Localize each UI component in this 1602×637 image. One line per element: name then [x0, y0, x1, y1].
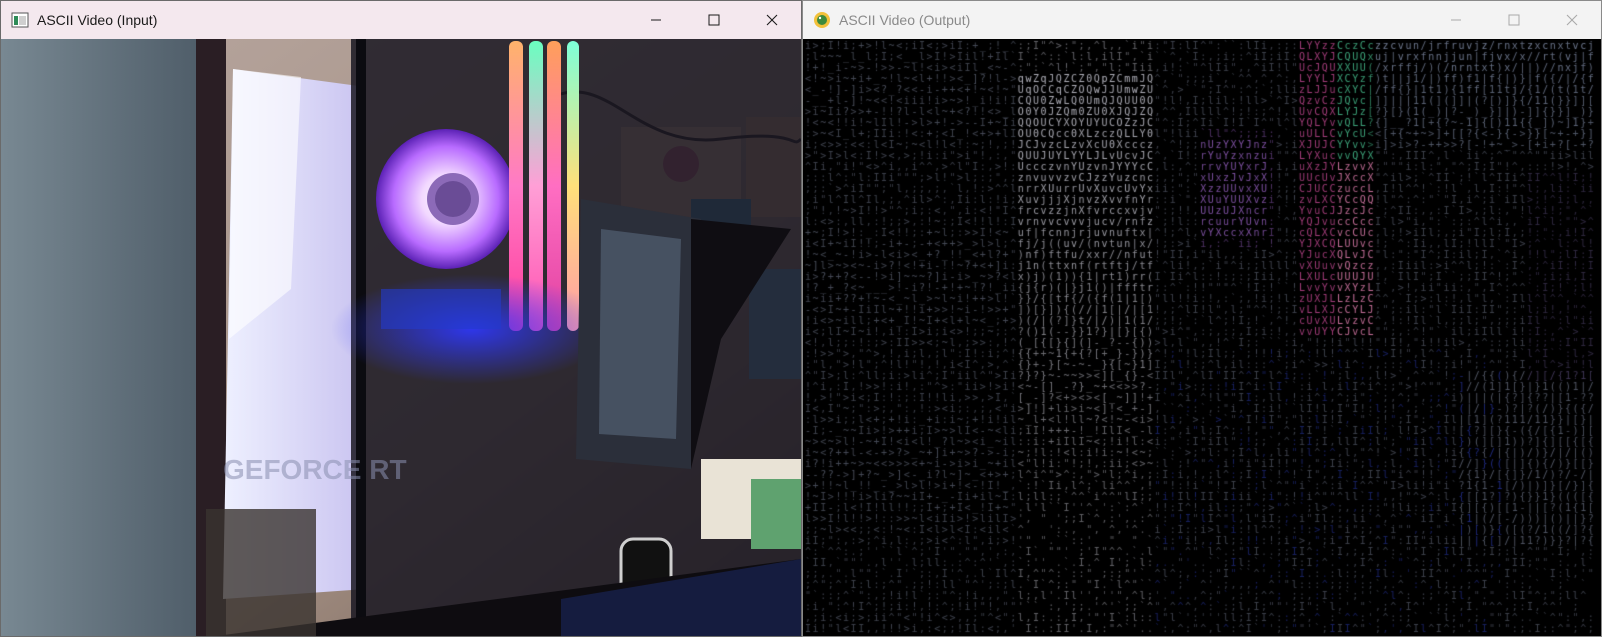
minimize-button[interactable]	[627, 1, 685, 39]
minimize-button[interactable]	[1427, 1, 1485, 39]
ascii-video-canvas	[803, 39, 1601, 636]
ascii-render-area	[803, 39, 1601, 636]
webcam-video-frame: GEFORCE RT	[1, 39, 801, 636]
maximize-icon	[1508, 14, 1520, 26]
python-snake-icon	[813, 11, 831, 29]
caption-buttons	[1427, 1, 1601, 39]
maximize-icon	[708, 14, 720, 26]
close-icon	[766, 14, 778, 26]
webcam-scene-image: GEFORCE RT	[1, 39, 801, 636]
input-titlebar[interactable]: ASCII Video (Input)	[1, 1, 801, 39]
window-title: ASCII Video (Output)	[839, 12, 971, 28]
app-window-icon	[11, 11, 29, 29]
output-window[interactable]: ASCII Video (Output)	[802, 0, 1602, 637]
geforce-reflection-text: GEFORCE RT	[223, 454, 407, 485]
output-titlebar[interactable]: ASCII Video (Output)	[803, 1, 1601, 39]
window-title: ASCII Video (Input)	[37, 12, 158, 28]
close-button[interactable]	[1543, 1, 1601, 39]
maximize-button[interactable]	[1485, 1, 1543, 39]
close-button[interactable]	[743, 1, 801, 39]
minimize-icon	[651, 19, 661, 21]
minimize-icon	[1451, 19, 1461, 21]
maximize-button[interactable]	[685, 1, 743, 39]
caption-buttons	[627, 1, 801, 39]
input-window[interactable]: ASCII Video (Input) GEFORCE RT	[0, 0, 802, 637]
close-icon	[1566, 14, 1578, 26]
